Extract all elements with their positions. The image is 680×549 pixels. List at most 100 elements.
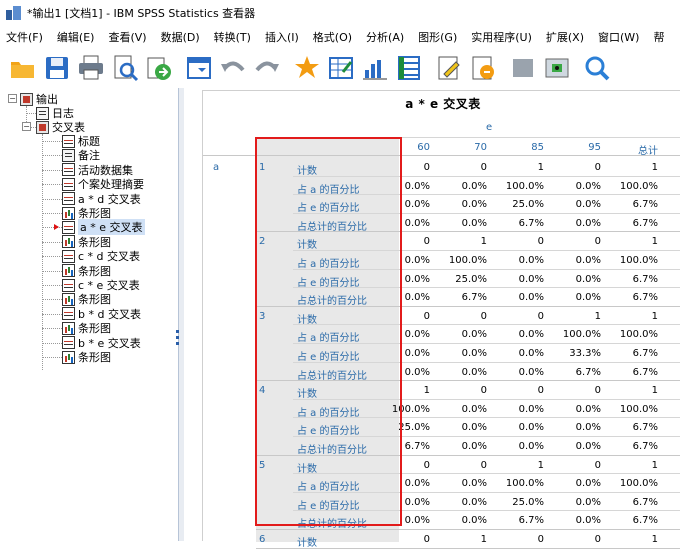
show-icon[interactable] [542, 53, 572, 83]
value-cell: 100.0% [619, 255, 658, 266]
toolbar [0, 48, 680, 88]
tree-item[interactable]: b * e 交叉表 [62, 336, 141, 350]
value-cell: 0.0% [461, 366, 487, 378]
expand-crosstab-toggle[interactable]: − [22, 122, 31, 131]
undo-icon[interactable] [218, 53, 248, 83]
tree-item[interactable]: a * e 交叉表 [62, 219, 145, 236]
tree-item[interactable]: 条形图 [62, 206, 111, 220]
log-icon [36, 106, 49, 120]
save-icon[interactable] [42, 53, 72, 83]
value-cell: 1 [537, 459, 544, 471]
menu-item-5[interactable]: 插入(I) [265, 29, 299, 45]
menu-item-2[interactable]: 查看(V) [108, 29, 146, 45]
menu-item-11[interactable]: 窗口(W) [598, 29, 639, 45]
value-cell: 0.0% [518, 422, 544, 434]
expand-output-toggle[interactable]: − [8, 94, 17, 103]
chart-icon [62, 264, 75, 278]
tree-item[interactable]: 条形图 [62, 292, 111, 306]
menu-item-8[interactable]: 图形(G) [418, 29, 457, 45]
value-cell: 0 [537, 236, 544, 248]
tree-item[interactable]: 个案处理摘要 [62, 177, 144, 191]
value-cell: 6.7% [632, 292, 658, 304]
value-cell: 0 [537, 534, 544, 545]
tree-item[interactable]: 标题 [62, 134, 100, 148]
menu-item-3[interactable]: 数据(D) [161, 29, 200, 45]
menu-item-10[interactable]: 扩展(X) [546, 29, 584, 45]
outline-pane: − 输出 日志 − 交叉表 标题 备注 活动数据集 个案处理摘要 a * d 交叉表 条形… [0, 88, 178, 541]
print-preview-icon[interactable] [110, 53, 140, 83]
value-cell: 6.7% [632, 496, 658, 508]
tree-item-output[interactable]: 输出 [20, 92, 58, 106]
tree-item-log[interactable]: 日志 [36, 106, 74, 120]
value-cell: 0.0% [518, 255, 544, 266]
value-cell: 1 [651, 162, 658, 173]
tree-item[interactable]: c * e 交叉表 [62, 278, 140, 292]
column-header: 95 [588, 142, 601, 153]
menu-item-4[interactable]: 转换(T) [214, 29, 251, 45]
menu-item-6[interactable]: 格式(O) [313, 29, 352, 45]
tree-item[interactable]: b * d 交叉表 [62, 307, 141, 321]
tree-item[interactable]: c * d 交叉表 [62, 249, 140, 263]
value-cell: 0.0% [461, 441, 487, 452]
variables-icon[interactable] [360, 53, 390, 83]
tree-item-crosstab-group[interactable]: 交叉表 [36, 120, 85, 134]
search-icon[interactable] [582, 53, 612, 83]
value-cell: 6.7% [632, 199, 658, 211]
value-cell: 0 [480, 162, 487, 173]
tree-item[interactable]: 条形图 [62, 350, 111, 364]
print-icon[interactable] [76, 53, 106, 83]
value-cell: 0.0% [575, 403, 601, 415]
value-cell: 1 [480, 236, 487, 248]
crosstab-pivot-table[interactable]: a * e 交叉表 e 60 70 85 95 总计 a 1 计数 0 0 1 0 1 占 a 的百分比 0… [202, 90, 680, 549]
table-icon [62, 278, 75, 292]
value-cell: 1 [594, 310, 601, 322]
value-cell: 6.7% [632, 366, 658, 378]
menu-item-7[interactable]: 分析(A) [366, 29, 404, 45]
hide-icon[interactable] [508, 53, 538, 83]
dialog-recall-icon[interactable] [184, 53, 214, 83]
open-folder-icon[interactable] [8, 53, 38, 83]
menu-item-9[interactable]: 实用程序(U) [471, 29, 532, 45]
value-cell: 0.0% [461, 180, 487, 192]
value-cell: 6.7% [632, 217, 658, 229]
value-cell: 0.0% [575, 422, 601, 434]
redo-icon[interactable] [252, 53, 282, 83]
current-item-arrow [54, 224, 59, 231]
table-icon [62, 249, 75, 263]
tree-item[interactable]: 条形图 [62, 321, 111, 335]
edit-icon[interactable] [434, 53, 464, 83]
export-icon[interactable] [144, 53, 174, 83]
menu-item-12[interactable]: 帮 [653, 29, 664, 45]
tree-item[interactable]: 条形图 [62, 235, 111, 249]
goto-data-icon[interactable] [292, 53, 322, 83]
value-cell: 1 [651, 385, 658, 397]
value-cell: 1 [651, 534, 658, 545]
chart-icon [62, 350, 75, 364]
value-cell: 1 [480, 534, 487, 545]
crosstab-book-icon [36, 120, 49, 134]
value-cell: 0.0% [518, 348, 544, 359]
tree-item[interactable]: 备注 [62, 148, 100, 162]
value-cell: 6.7% [632, 422, 658, 434]
value-cell: 100.0% [505, 478, 544, 490]
value-cell: 0.0% [461, 199, 487, 211]
goto-case-icon[interactable] [326, 53, 356, 83]
value-cell: 6.7% [518, 515, 544, 527]
value-cell: 25.0% [512, 496, 544, 508]
highlight-box [255, 137, 402, 526]
value-cell: 1 [537, 162, 544, 173]
value-cell: 100.0% [619, 403, 658, 415]
value-cell: 25.0% [455, 273, 487, 285]
script-icon[interactable] [468, 53, 498, 83]
tree-item[interactable]: a * d 交叉表 [62, 192, 141, 206]
tree-item[interactable]: 条形图 [62, 264, 111, 278]
value-cell: 6.7% [632, 348, 658, 359]
insert-table-icon[interactable] [394, 53, 424, 83]
tree-item[interactable]: 活动数据集 [62, 163, 133, 177]
value-cell: 0.0% [575, 255, 601, 266]
value-cell: 0.0% [461, 496, 487, 508]
menu-item-0[interactable]: 文件(F) [6, 29, 43, 45]
value-cell: 33.3% [569, 348, 601, 359]
menu-item-1[interactable]: 编辑(E) [57, 29, 95, 45]
value-cell: 0.0% [575, 441, 601, 452]
